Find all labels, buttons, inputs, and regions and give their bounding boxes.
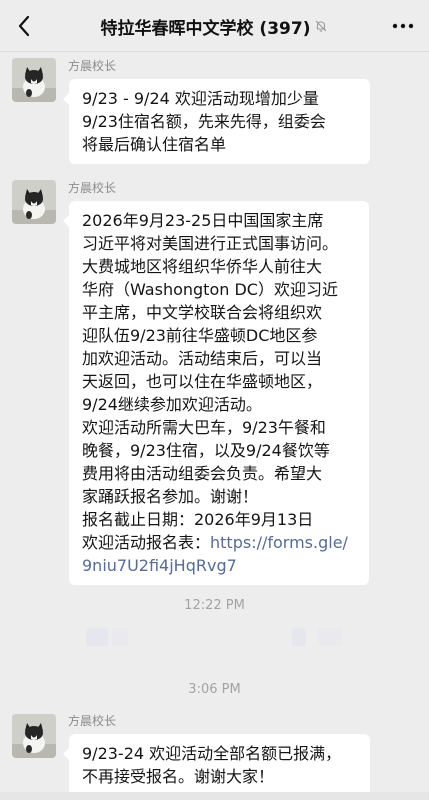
timestamp: 3:06 PM — [188, 682, 241, 697]
message-line: 欢迎活动所需大巴车，9/23午餐和 — [82, 418, 326, 437]
signup-form-link-continued[interactable]: 9niu7U2fi4jHqRvg7 — [82, 554, 357, 577]
chevron-left-icon — [18, 15, 30, 37]
message-line: 习近平将对美国进行正式国事访问。 — [82, 234, 339, 253]
message-line: 家踊跃报名参加。谢谢！ — [82, 487, 259, 506]
more-dots-icon — [392, 23, 414, 29]
sender-name: 方晨校长 — [68, 181, 117, 195]
form-label: 欢迎活动报名表： — [82, 533, 211, 552]
message-line: 9/23-24 欢迎活动全部名额已报满， — [82, 744, 342, 763]
more-button[interactable] — [385, 10, 421, 42]
sender-avatar[interactable] — [12, 714, 56, 758]
timestamp: 12:22 PM — [184, 598, 245, 613]
chat-title[interactable]: 特拉华春晖中文学校 (397) — [101, 14, 311, 39]
message-line: 费用将由活动组委会负责。希望大 — [82, 464, 323, 483]
message-line: 加欢迎活动。活动结束后，可以当 — [82, 349, 323, 368]
back-button[interactable] — [8, 10, 40, 42]
chat-header: 特拉华春晖中文学校 (397) — [0, 0, 429, 52]
sender-name: 方晨校长 — [68, 714, 117, 728]
message-line: 9/24继续参加欢迎活动。 — [82, 395, 262, 414]
message-line: 华府（Washongton DC）欢迎习近 — [82, 280, 338, 299]
message-bubble[interactable]: 9/23 - 9/24 欢迎活动现增加少量 9/23住宿名额，先来先得，组委会 … — [63, 79, 370, 164]
input-bar-edge — [0, 792, 429, 800]
cat-avatar-image — [12, 58, 56, 102]
cat-avatar-image — [12, 180, 56, 224]
chat-title-wrap: 特拉华春晖中文学校 (397) — [70, 0, 359, 52]
message-line: 天返回，也可以住在华盛顿地区， — [82, 372, 323, 391]
signup-form-link[interactable]: https://forms.gle/ — [210, 533, 348, 552]
message-line: 平主席，中文学校联合会将组织欢 — [82, 303, 323, 322]
message-line: 9/23 - 9/24 欢迎活动现增加少量 — [82, 89, 319, 108]
sender-name: 方晨校长 — [68, 59, 117, 73]
message-bubble[interactable]: 2026年9月23-25日中国国家主席 习近平将对美国进行正式国事访问。 大费城… — [63, 201, 369, 585]
sender-avatar[interactable] — [12, 58, 56, 102]
bell-off-icon — [314, 19, 328, 33]
obscured-message-row — [0, 624, 429, 648]
message-line: 9/23住宿名额，先来先得，组委会 — [82, 112, 326, 131]
message-line: 迎队伍9/23前往华盛顿DC地区参 — [82, 326, 318, 345]
message-line: 报名截止日期：2026年9月13日 — [82, 510, 314, 529]
cat-avatar-image — [12, 714, 56, 758]
message-line: 晚餐，9/23住宿，以及9/24餐饮等 — [82, 441, 330, 460]
message-line: 欢迎活动报名表：https://forms.gle/ — [82, 531, 357, 554]
sender-avatar[interactable] — [12, 180, 56, 224]
message-bubble[interactable]: 9/23-24 欢迎活动全部名额已报满， 不再接受报名。谢谢大家！ — [63, 734, 370, 796]
message-line: 将最后确认住宿名单 — [82, 135, 227, 154]
message-line: 2026年9月23-25日中国国家主席 — [82, 211, 324, 230]
message-line: 大费城地区将组织华侨华人前往大 — [82, 257, 323, 276]
message-line: 不再接受报名。谢谢大家！ — [82, 767, 275, 786]
